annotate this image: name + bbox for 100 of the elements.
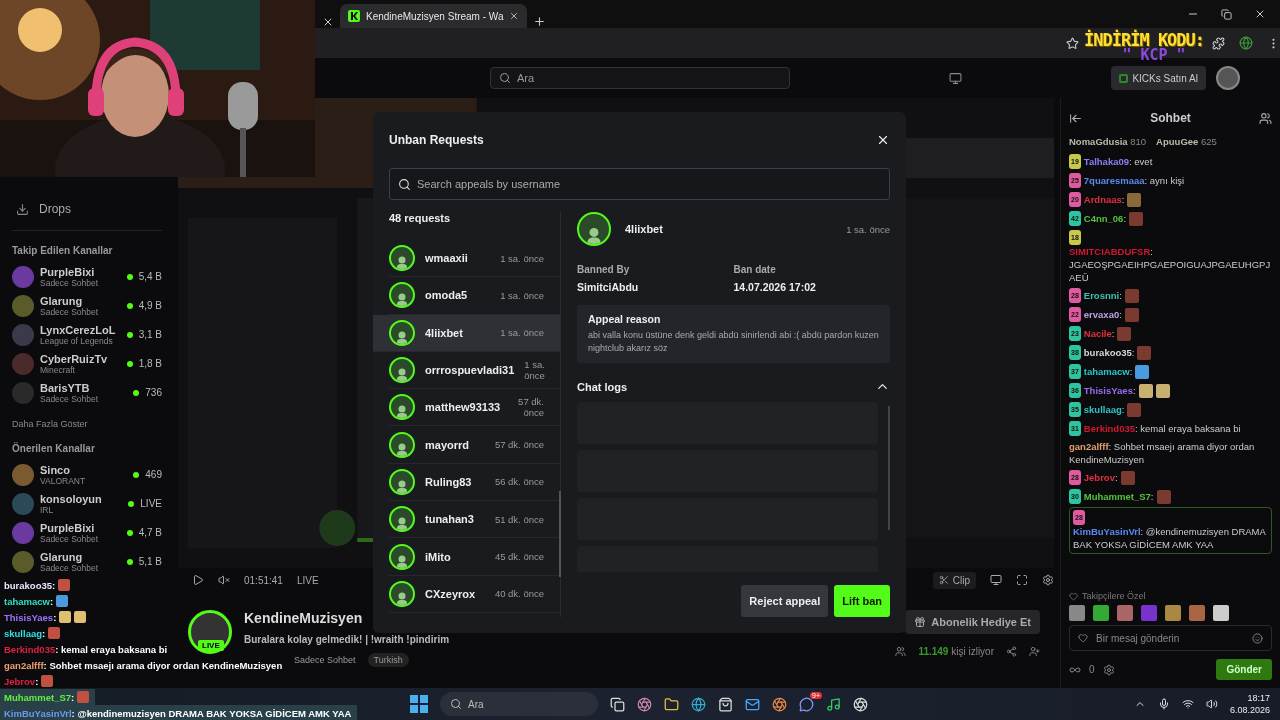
live-dot	[128, 500, 135, 507]
mute-icon[interactable]	[218, 574, 230, 586]
chat-message: KimBuYasinVrl: @kendinemuzisyen DRAMA BAK YOKSA GİDİCEM AMK YAA	[1073, 525, 1267, 551]
channel-name[interactable]: Sinco	[40, 463, 70, 476]
chat-message: tahamacw:	[1083, 365, 1133, 378]
sidebar-link[interactable]: Drops	[39, 202, 71, 216]
music-icon[interactable]	[826, 696, 841, 712]
chat-message: Talhaka09: evet	[1083, 155, 1153, 168]
avatar[interactable]	[1216, 66, 1240, 90]
new-tab-icon[interactable]	[533, 15, 547, 28]
close-icon[interactable]	[1254, 8, 1266, 20]
store-icon[interactable]	[718, 696, 733, 712]
request-item[interactable]: matthew93133 57 dk. önce	[389, 389, 560, 427]
request-item[interactable]: orrrospuevladi31 1 sa. önce	[389, 351, 560, 390]
theater-icon[interactable]	[990, 574, 1002, 586]
chat-message: SIMITCIABDUFSR: JGAEOŞPGAEIHPGAEPOIGUAJPGAEUHGPJAEÜ	[1069, 245, 1272, 284]
search-field[interactable]: Search appeals by username	[389, 168, 890, 200]
browser-tab[interactable]: KendineMuzisyen Stream - Wa	[340, 4, 528, 28]
channel-avatar[interactable]: LIVE	[188, 610, 232, 654]
lift-ban-button[interactable]: Lift ban	[834, 585, 890, 617]
avatar	[389, 431, 415, 458]
channel-avatar[interactable]	[12, 294, 34, 317]
channel-name[interactable]: konsoloyun	[40, 492, 102, 505]
live-dot	[126, 529, 133, 536]
channel-avatar[interactable]	[12, 550, 34, 573]
settings-icon[interactable]	[1102, 663, 1115, 676]
extension-icon[interactable]	[1212, 36, 1225, 50]
search-field[interactable]: Ara	[490, 67, 790, 89]
scissors-icon	[938, 575, 949, 585]
avatar	[389, 543, 415, 570]
channel-avatar[interactable]	[12, 463, 34, 486]
screen-icon[interactable]	[949, 71, 963, 85]
share-icon[interactable]	[1006, 646, 1017, 657]
users-icon[interactable]	[1259, 111, 1272, 125]
send-button[interactable]: Gönder	[1216, 659, 1272, 680]
restore-icon[interactable]	[1221, 8, 1232, 20]
viewer-count: 4,9 B	[138, 300, 162, 311]
app-icon[interactable]	[637, 696, 652, 712]
browser-icon[interactable]	[691, 696, 706, 712]
avatar	[389, 319, 415, 346]
close-icon[interactable]	[322, 16, 334, 28]
volume-icon[interactable]	[1205, 698, 1218, 710]
clock[interactable]: 18:17 6.08.2026	[1229, 692, 1270, 716]
message-input[interactable]: Bir mesaj gönderin	[1069, 625, 1272, 651]
show-more-link[interactable]: Daha Fazla Göster	[12, 419, 162, 429]
channel-name[interactable]: PurpleBixi	[40, 265, 95, 278]
mic-icon[interactable]	[1157, 698, 1170, 710]
overlay-chat-message: burakoo35:	[4, 579, 56, 591]
camera-app-icon[interactable]	[853, 696, 868, 712]
section-title: Önerilen Kanallar	[12, 443, 96, 454]
taskbar-search[interactable]: Ara	[440, 692, 598, 716]
follow-icon[interactable]	[1029, 646, 1040, 657]
request-item[interactable]: Ruling83 56 dk. önce	[389, 463, 560, 502]
stream-tag[interactable]: Sadece Sohbet	[288, 653, 362, 667]
fullscreen-icon[interactable]	[1016, 574, 1028, 586]
play-icon[interactable]	[192, 574, 204, 586]
points-count: 0	[1089, 664, 1095, 675]
collapse-icon[interactable]	[1069, 111, 1082, 125]
network-icon[interactable]	[1181, 698, 1194, 710]
channel-avatar[interactable]	[12, 265, 34, 288]
viewer-count: 11.149 kişi izliyor	[918, 646, 994, 657]
channel-name[interactable]: LynxCerezLoL	[40, 323, 116, 336]
star-icon[interactable]	[1066, 36, 1079, 50]
chat-message: Berkind035: kemal eraya baksana bi	[1083, 422, 1241, 435]
field-label: Banned By	[577, 264, 631, 275]
request-item[interactable]: CXzeyrox 40 dk. önce	[389, 575, 560, 613]
chat-message: Jebrov:	[1083, 471, 1118, 484]
profile-icon[interactable]	[1239, 36, 1253, 50]
reject-button[interactable]: Reject appeal	[741, 585, 829, 617]
close-icon[interactable]	[876, 133, 890, 147]
kicks-button[interactable]: KICKs Satın Al	[1111, 66, 1206, 90]
search-placeholder: Ara	[517, 72, 535, 84]
request-item[interactable]: wmaaxii 1 sa. önce	[389, 240, 560, 278]
stream-tag[interactable]: Turkish	[367, 653, 409, 667]
channel-avatar[interactable]	[12, 521, 34, 544]
channel-name[interactable]: Glarung	[40, 550, 83, 563]
channel-name[interactable]: PurpleBixi	[40, 521, 95, 534]
chat-app-icon[interactable]	[799, 696, 814, 712]
channel-name[interactable]: Glarung	[40, 294, 83, 307]
promo-code: " KCP "	[1122, 46, 1186, 64]
channel-name[interactable]: BarisYTB	[40, 381, 90, 394]
request-item[interactable]: mayorrd 57 dk. önce	[389, 426, 560, 464]
avatar	[389, 245, 415, 272]
request-item[interactable]: 4liixbet 1 sa. önce	[373, 314, 560, 352]
username: 4liixbet	[625, 223, 663, 235]
channel-name[interactable]: CyberRuizTv	[40, 352, 108, 365]
start-icon[interactable]	[410, 695, 428, 713]
drops-icon[interactable]	[16, 202, 29, 216]
settings-icon[interactable]	[1042, 574, 1054, 586]
request-item[interactable]: omoda5 1 sa. önce	[389, 277, 560, 315]
emoji-icon[interactable]	[1252, 632, 1263, 644]
request-time: 1 sa. önce	[846, 223, 890, 235]
clip-button[interactable]: Clip	[932, 571, 976, 589]
channel-category: Sadece Sohbet	[40, 277, 99, 288]
gift-subscription-button[interactable]: Abonelik Hediye Et	[905, 610, 1040, 634]
task-view-icon[interactable]	[610, 696, 625, 712]
live-dot	[126, 558, 133, 565]
mail-icon[interactable]	[745, 696, 760, 712]
close-icon[interactable]	[509, 11, 520, 21]
folder-icon[interactable]	[664, 696, 679, 712]
